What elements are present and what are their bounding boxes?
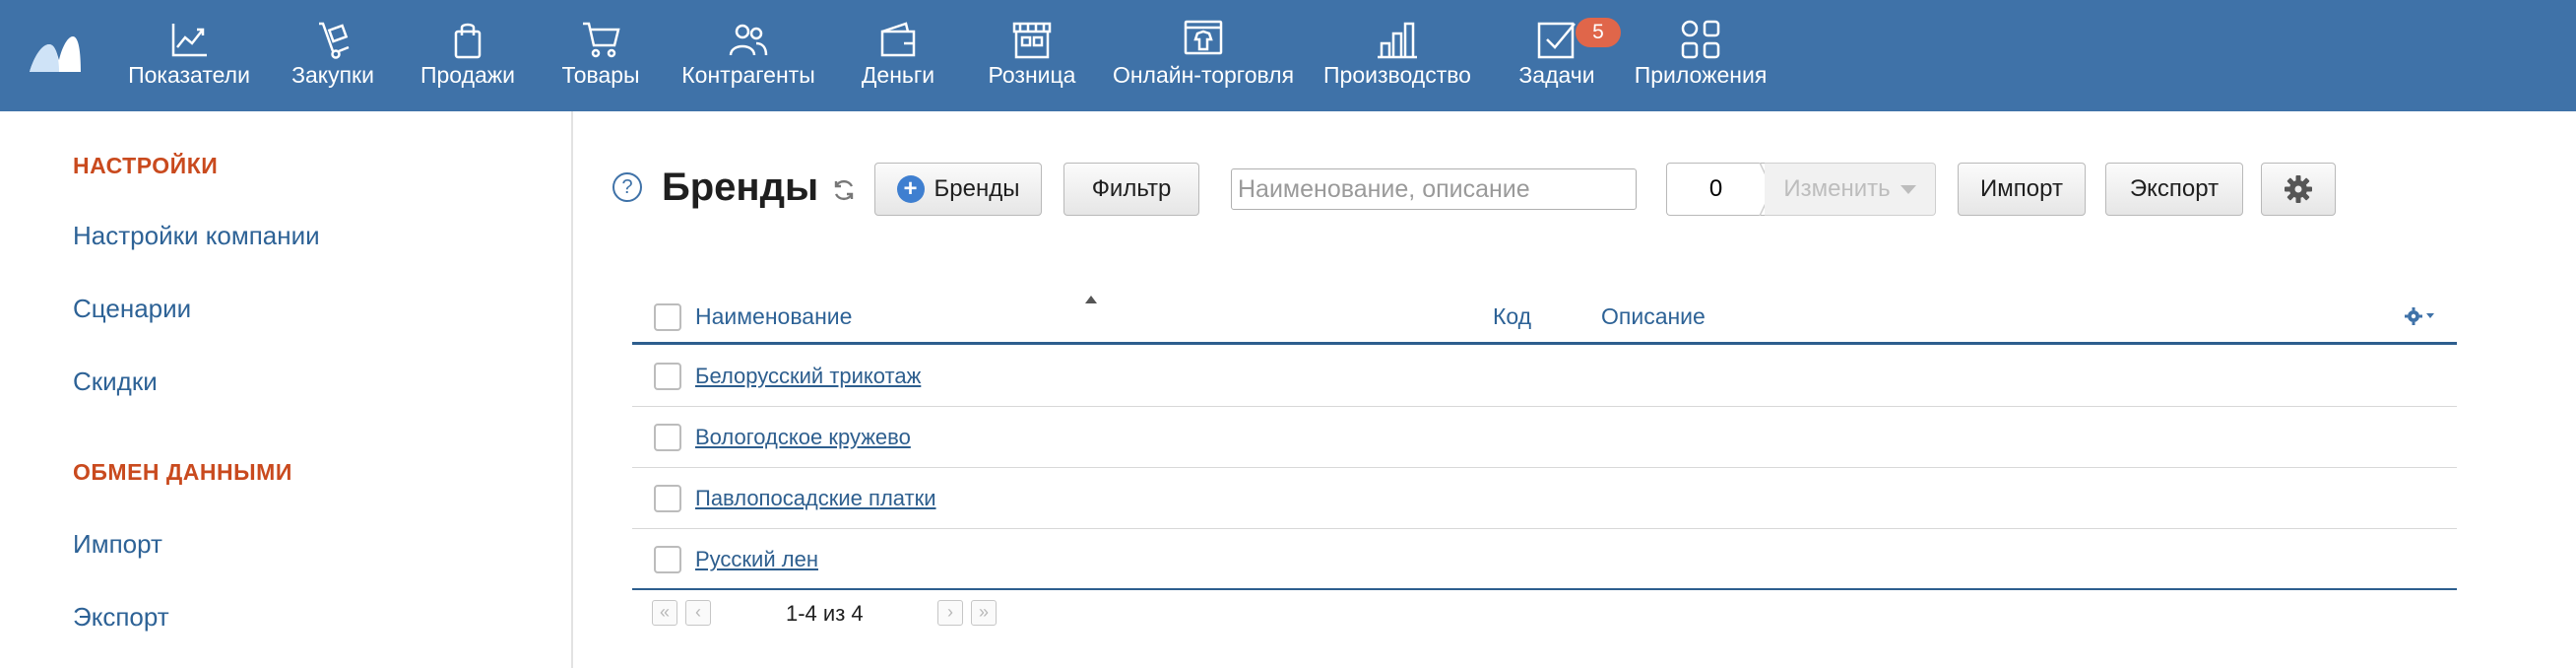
nav-label-products: Товары <box>561 62 640 88</box>
store-icon <box>1012 22 1052 59</box>
nav-item-retail[interactable]: Розница <box>981 0 1083 111</box>
shopping-cart-icon <box>583 22 620 58</box>
nav-item-money[interactable]: Деньги <box>849 0 947 111</box>
brand-name-link[interactable]: Вологодское кружево <box>695 425 911 450</box>
settings-button[interactable] <box>2261 163 2336 216</box>
sidebar-link-scenarios[interactable]: Сценарии <box>73 294 191 324</box>
select-all-checkbox[interactable] <box>654 303 681 331</box>
table-row: Белорусский трикотаж <box>632 346 2457 407</box>
table-row: Павлопосадские платки <box>632 468 2457 529</box>
first-page-button[interactable]: « <box>652 600 677 626</box>
nav-item-counterparties[interactable]: Контрагенты <box>679 0 817 111</box>
row-checkbox[interactable] <box>654 424 681 451</box>
brand-name-link[interactable]: Русский лен <box>695 547 818 572</box>
sidebar-link-discounts[interactable]: Скидки <box>73 367 158 397</box>
prev-page-button[interactable]: ‹ <box>685 600 711 626</box>
sidebar-link-export[interactable]: Экспорт <box>73 602 169 633</box>
brand-name-link[interactable]: Павлопосадские платки <box>695 486 936 511</box>
table-row: Вологодское кружево <box>632 407 2457 468</box>
nav-label-retail: Розница <box>988 62 1076 88</box>
apps-grid-icon <box>1681 20 1720 59</box>
sidebar-link-company-settings[interactable]: Настройки компании <box>73 221 320 251</box>
refresh-icon[interactable] <box>831 177 857 203</box>
nav-item-online-trade[interactable]: Онлайн-торговля <box>1112 0 1295 111</box>
chart-line-icon <box>171 24 207 57</box>
nav-label-online-trade: Онлайн-торговля <box>1112 62 1295 88</box>
change-label: Изменить <box>1783 175 1891 202</box>
nav-item-production[interactable]: Производство <box>1323 0 1471 111</box>
row-checkbox[interactable] <box>654 363 681 390</box>
nav-item-apps[interactable]: Приложения <box>1635 0 1767 111</box>
plus-circle-icon: + <box>896 175 925 203</box>
sidebar-heading-data-exchange: ОБМЕН ДАННЫМИ <box>73 459 292 485</box>
factory-icon <box>1378 22 1417 59</box>
nav-label-purchases: Закупки <box>291 62 374 88</box>
table-header: Наименование Код Описание <box>632 292 2457 345</box>
add-brand-label: Бренды <box>934 175 1020 202</box>
pagination-info: 1-4 из 4 <box>786 601 864 626</box>
search-input[interactable] <box>1231 168 1637 210</box>
page-title: Бренды <box>662 166 819 209</box>
nav-item-sales[interactable]: Продажи <box>414 0 522 111</box>
column-header-description[interactable]: Описание <box>1601 303 1706 330</box>
top-navigation-bar: Показатели Закупки Продажи Товары Контра… <box>0 0 2576 111</box>
nav-label-tasks: Задачи <box>1518 62 1595 88</box>
sidebar-heading-settings: НАСТРОЙКИ <box>73 153 219 178</box>
change-dropdown-button[interactable]: Изменить <box>1765 163 1936 216</box>
tasks-count-badge: 5 <box>1576 18 1621 47</box>
nav-label-production: Производство <box>1323 62 1471 88</box>
logo-icon[interactable] <box>28 33 83 76</box>
people-icon <box>729 24 768 56</box>
online-shop-icon <box>1184 20 1223 55</box>
filter-button[interactable]: Фильтр <box>1063 163 1199 216</box>
wallet-icon <box>880 22 916 57</box>
sort-ascending-icon <box>1085 296 1097 303</box>
settings-sidebar: НАСТРОЙКИ Настройки компании Сценарии Ск… <box>0 111 573 668</box>
nav-label-indicators: Показатели <box>128 62 250 88</box>
nav-item-indicators[interactable]: Показатели <box>126 0 252 111</box>
caret-down-icon <box>1900 184 1916 194</box>
gear-icon <box>2285 175 2312 203</box>
row-checkbox[interactable] <box>654 485 681 512</box>
column-header-name[interactable]: Наименование <box>695 303 852 330</box>
nav-label-money: Деньги <box>861 62 935 88</box>
brand-name-link[interactable]: Белорусский трикотаж <box>695 364 921 389</box>
nav-label-apps: Приложения <box>1634 62 1768 88</box>
next-page-button[interactable]: › <box>937 600 963 626</box>
help-icon[interactable]: ? <box>612 172 642 202</box>
selected-count: 0 <box>1666 163 1765 216</box>
column-settings-icon[interactable] <box>2403 305 2438 327</box>
nav-label-sales: Продажи <box>419 62 516 88</box>
table-row: Русский лен <box>632 529 2457 590</box>
nav-label-counterparties: Контрагенты <box>681 62 815 88</box>
row-checkbox[interactable] <box>654 546 681 573</box>
hand-truck-icon <box>319 22 350 59</box>
task-check-icon <box>1537 22 1576 59</box>
nav-item-tasks[interactable]: Задачи <box>1513 0 1601 111</box>
column-header-code[interactable]: Код <box>1493 303 1531 330</box>
add-brand-button[interactable]: + Бренды <box>874 163 1042 216</box>
shopping-bag-icon <box>454 23 482 59</box>
export-button[interactable]: Экспорт <box>2105 163 2243 216</box>
sidebar-link-import[interactable]: Импорт <box>73 529 162 560</box>
last-page-button[interactable]: » <box>971 600 997 626</box>
nav-item-purchases[interactable]: Закупки <box>286 0 380 111</box>
import-button[interactable]: Импорт <box>1958 163 2086 216</box>
nav-item-products[interactable]: Товары <box>551 0 650 111</box>
